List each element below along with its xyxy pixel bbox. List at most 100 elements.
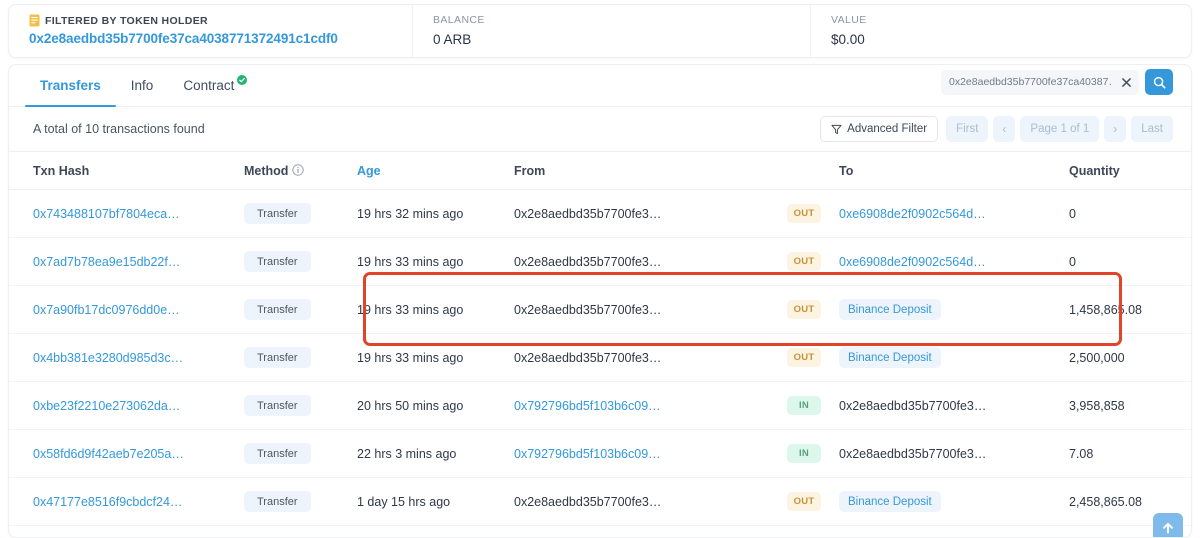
to-name-tag[interactable]: Binance Deposit [839, 491, 941, 512]
from-address: 0x2e8aedbd35b7700fe3… [514, 254, 662, 269]
from-address: 0x2e8aedbd35b7700fe3… [514, 206, 662, 221]
header-quantity: Quantity [1069, 152, 1191, 190]
tab-contract[interactable]: Contract [168, 65, 262, 106]
tab-transfers[interactable]: Transfers [25, 65, 116, 107]
scroll-to-top-button[interactable] [1153, 513, 1183, 537]
to-name-tag[interactable]: Binance Deposit [839, 299, 941, 320]
tab-info-label: Info [130, 78, 154, 93]
direction-badge: OUT [787, 252, 821, 271]
tab-bar: Transfers Info Contract 0x2e8aedbd35b770… [9, 65, 1191, 107]
advanced-filter-label: Advanced Filter [847, 123, 928, 135]
search-input[interactable]: 0x2e8aedbd35b7700fe37ca40387… [941, 69, 1113, 95]
from-address: 0x2e8aedbd35b7700fe3… [514, 494, 662, 509]
header-to: To [839, 152, 1069, 190]
pagination: First ‹ Page 1 of 1 › Last [946, 116, 1173, 142]
direction-badge: OUT [787, 300, 821, 319]
header-from: From [514, 152, 787, 190]
table-row: 0x7ad7b78ea9e15db22f… Transfer 19 hrs 33 m… [9, 237, 1191, 286]
filter-by-token-holder-cell: FILTERED BY TOKEN HOLDER 0x2e8aedbd35b77… [9, 5, 413, 57]
search-clear-button[interactable] [1113, 69, 1139, 95]
table-body: 0x743488107bf7804eca… Transfer 19 hrs 32 m… [9, 189, 1191, 537]
header-direction [787, 152, 839, 190]
txn-hash-link[interactable]: 0x7a90fb17dc0976dd0e… [33, 303, 244, 317]
direction-badge: IN [787, 444, 821, 463]
table-row: 0x58fd6d9f42aeb7e205a… Transfer 22 hrs 3 m… [9, 429, 1191, 478]
advanced-filter-button[interactable]: Advanced Filter [820, 116, 939, 142]
method-chip: Transfer [244, 491, 311, 512]
txn-hash-link[interactable]: 0x743488107bf7804eca… [33, 207, 244, 221]
txn-hash-link[interactable]: 0x7ad7b78ea9e15db22f… [33, 255, 244, 269]
balance-value: 0 ARB [433, 32, 472, 47]
to-name-tag[interactable]: Binance Deposit [839, 347, 941, 368]
from-address: 0x2e8aedbd35b7700fe3… [514, 350, 662, 365]
quantity-value: 3,958,858 [1069, 398, 1125, 413]
balance-cell: BALANCE 0 ARB [413, 5, 811, 57]
method-chip: Transfer [244, 251, 311, 272]
age-text: 20 hrs 50 mins ago [357, 398, 464, 413]
to-address: 0x2e8aedbd35b7700fe3… [839, 446, 987, 461]
value-label: VALUE [831, 14, 867, 26]
txn-hash-link[interactable]: 0x58fd6d9f42aeb7e205a… [33, 447, 244, 461]
tab-info[interactable]: Info [116, 65, 169, 106]
header-age[interactable]: Age [357, 152, 514, 190]
from-address[interactable]: 0x792796bd5f103b6c09… [514, 447, 787, 461]
pagination-next[interactable]: › [1104, 116, 1127, 142]
search-area: 0x2e8aedbd35b7700fe37ca40387… [941, 69, 1173, 95]
tab-contract-label: Contract [183, 78, 235, 93]
search-submit-button[interactable] [1145, 69, 1173, 95]
quantity-value: 2,500,000 [1069, 350, 1125, 365]
method-chip: Transfer [244, 347, 311, 368]
search-icon [1153, 76, 1166, 89]
direction-badge: OUT [787, 204, 821, 223]
verified-check-icon [237, 75, 248, 85]
to-address[interactable]: 0xe6908de2f0902c564d… [839, 255, 1069, 269]
quantity-value: 0 [1069, 254, 1076, 269]
age-text: 19 hrs 33 mins ago [357, 350, 464, 365]
total-transactions-text: A total of 10 transactions found [33, 122, 205, 136]
summary-strip: FILTERED BY TOKEN HOLDER 0x2e8aedbd35b77… [8, 4, 1192, 58]
tab-transfers-label: Transfers [40, 78, 101, 93]
method-chip: Transfer [244, 203, 311, 224]
value-cell: VALUE $0.00 [811, 5, 1191, 57]
transfers-card: Transfers Info Contract 0x2e8aedbd35b770… [8, 64, 1192, 538]
age-text: 19 hrs 33 mins ago [357, 302, 464, 317]
table-row: 0xbe23f2210e273062da… Transfer 20 hrs 50 m… [9, 381, 1191, 430]
direction-badge: OUT [787, 348, 821, 367]
direction-badge: OUT [787, 492, 821, 511]
method-chip: Transfer [244, 395, 311, 416]
table-row: 0x087c12d0012b9ecb90…Transfer1 day 15 hr… [9, 525, 1191, 537]
quantity-value: 7.08 [1069, 446, 1094, 461]
table-row: 0x7a90fb17dc0976dd0e… Transfer 19 hrs 33 m… [9, 285, 1191, 334]
header-method-label: Method [244, 164, 289, 178]
age-text: 19 hrs 32 mins ago [357, 206, 464, 221]
from-address[interactable]: 0x792796bd5f103b6c09… [514, 399, 787, 413]
method-chip: Transfer [244, 443, 311, 464]
txn-hash-link[interactable]: 0x47177e8516f9cbdcf24… [33, 495, 244, 509]
value-amount: $0.00 [831, 32, 865, 47]
direction-badge: IN [787, 396, 821, 415]
to-address: 0x2e8aedbd35b7700fe3… [839, 398, 987, 413]
filter-label: FILTERED BY TOKEN HOLDER [45, 14, 208, 27]
txn-hash-link[interactable]: 0x4bb381e3280d985d3c… [33, 351, 244, 365]
pagination-last[interactable]: Last [1131, 116, 1173, 142]
age-text: 1 day 15 hrs ago [357, 494, 451, 509]
header-txn-hash: Txn Hash [9, 152, 244, 190]
table-header-row: Txn Hash Method Age From To Quantity [9, 152, 1191, 190]
arrow-up-icon [1163, 522, 1173, 534]
quantity-value: 1,458,865.08 [1069, 302, 1142, 317]
document-icon [29, 14, 40, 27]
txn-hash-link[interactable]: 0xbe23f2210e273062da… [33, 399, 244, 413]
filter-label-row: FILTERED BY TOKEN HOLDER [29, 14, 412, 27]
pagination-first[interactable]: First [946, 116, 989, 142]
info-icon[interactable] [292, 164, 305, 176]
age-text: 19 hrs 33 mins ago [357, 254, 464, 269]
quantity-value: 0 [1069, 206, 1076, 221]
close-icon [1121, 77, 1131, 87]
results-toolbar: A total of 10 transactions found Advance… [9, 107, 1191, 152]
pagination-prev[interactable]: ‹ [993, 116, 1016, 142]
transfers-table: Txn Hash Method Age From To Quantity 0x7… [9, 152, 1191, 537]
table-head: Txn Hash Method Age From To Quantity [9, 152, 1191, 190]
filter-address-link[interactable]: 0x2e8aedbd35b7700fe37ca4038771372491c1cd… [29, 31, 412, 46]
to-address[interactable]: 0xe6908de2f0902c564d… [839, 207, 1069, 221]
age-text: 22 hrs 3 mins ago [357, 446, 457, 461]
